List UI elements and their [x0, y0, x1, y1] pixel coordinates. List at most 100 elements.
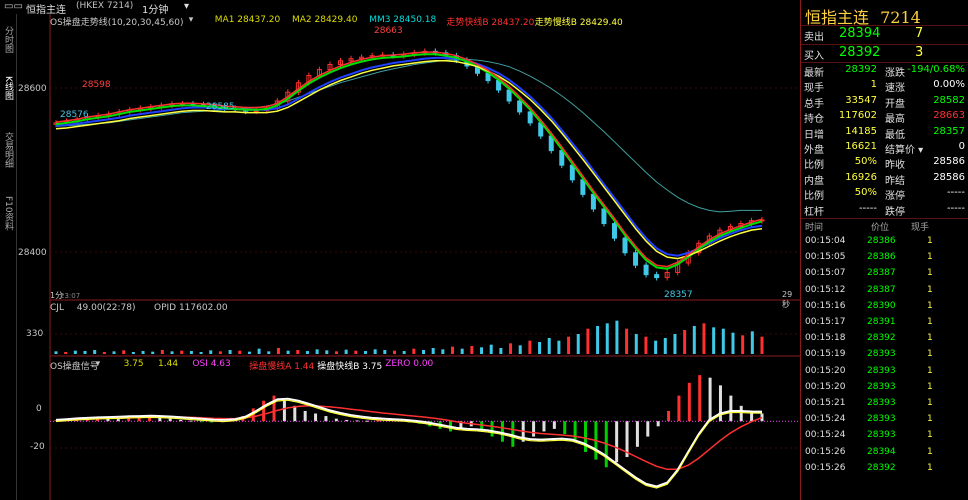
osc-bar: [708, 377, 712, 422]
tick-price: 28390: [867, 300, 896, 311]
quote-panel: 恒指主连 7214 卖出 28394 7 买入 28392 3 最新 28392 涨…: [800, 0, 968, 500]
stats-row: 外盘 16621 结算价 ▾ 0: [801, 140, 968, 156]
osc-bar: [542, 421, 546, 432]
time-axis-start-2: 23:07: [60, 292, 81, 300]
osc-legend-item[interactable]: OSI 4.63: [192, 359, 230, 369]
tick-time: 00:15:05: [805, 252, 846, 263]
tick-row[interactable]: 00:15:18 28392 1: [801, 333, 968, 349]
stats-value: 50%: [854, 187, 877, 199]
tab-trade-detail[interactable]: 交易明细: [1, 132, 15, 168]
tick-price: 28393: [867, 398, 896, 408]
main-legend-item[interactable]: MA1 28437.20: [215, 15, 280, 25]
volume-bar: [451, 346, 455, 354]
tick-row[interactable]: 00:15:04 28386 1: [801, 236, 968, 252]
volume-legend-item[interactable]: CJL: [50, 303, 64, 313]
volume-bar: [731, 332, 735, 354]
osc-legend-item[interactable]: 1.44: [158, 359, 178, 369]
tick-row[interactable]: 00:15:24 28393 1: [801, 414, 968, 430]
tick-volume: 1: [927, 446, 933, 457]
main-legend-item[interactable]: 走势快线B 28437.20: [446, 15, 534, 28]
volume-bar: [141, 351, 145, 354]
tick-row[interactable]: 00:15:05 28386 1: [801, 252, 968, 268]
tick-row[interactable]: 00:15:17 28391 1: [801, 317, 968, 333]
signal-fast-line: [55, 397, 763, 488]
tick-time: 00:15:16: [805, 300, 846, 311]
chart-canvas[interactable]: [16, 14, 800, 500]
stats-row: 内盘 16926 昨结 28586: [801, 171, 968, 187]
tick-row[interactable]: 00:15:19 28393 1: [801, 349, 968, 365]
ma-long-line: [55, 58, 762, 213]
stats-value: -----: [946, 187, 965, 199]
period-dropdown-icon[interactable]: ▾: [184, 1, 189, 12]
volume-bar: [741, 335, 745, 354]
volume-bar: [702, 323, 706, 354]
tick-row[interactable]: 00:15:26 28394 1: [801, 447, 968, 463]
main-legend-item[interactable]: MM3 28450.18: [369, 15, 436, 25]
tick-volume: 1: [927, 365, 933, 376]
tick-row[interactable]: 00:15:26 28392 1: [801, 463, 968, 479]
stats-label: 比例: [804, 191, 824, 203]
tick-row[interactable]: 00:15:20 28393 1: [801, 366, 968, 382]
osc-bar: [262, 400, 266, 422]
volume-bar: [576, 334, 580, 354]
tab-kline[interactable]: K线图: [1, 76, 15, 100]
main-legend-item[interactable]: OS操盘走势线(10,20,30,45,60): [50, 15, 184, 28]
tick-row[interactable]: 00:15:07 28387 1: [801, 268, 968, 284]
oscillator-legend: OS操盘信号 ▾ 3.75 1.44 OSI 4.63 操盘慢线A 1.44 操盘快线B 3…: [50, 358, 800, 372]
tick-row[interactable]: 00:15:20 28393 1: [801, 382, 968, 398]
osc-legend-item[interactable]: 3.75: [124, 359, 144, 369]
ask-volume: 7: [915, 26, 924, 41]
tick-price: 28387: [867, 284, 896, 295]
stats-label: 外盘: [804, 145, 824, 156]
title-bar: ▭▭ 恒指主连 (HKEX 7214) 1分钟 ▾: [0, 0, 800, 16]
osc-legend-item[interactable]: OS操盘信号: [50, 359, 99, 372]
ticks-header-volume: 现手: [911, 223, 930, 233]
stats-label: 跌停: [885, 206, 905, 218]
tab-timeshare[interactable]: 分时图: [1, 26, 15, 53]
stats-value: 117602: [838, 110, 877, 122]
volume-bar: [644, 336, 648, 354]
volume-legend-item[interactable]: OPID 117602.00: [154, 303, 228, 313]
ask-row[interactable]: 卖出 28394 7: [801, 26, 968, 43]
volume-bar: [663, 338, 667, 354]
volume-legend-item[interactable]: 49.00(22:78): [77, 303, 136, 313]
tab-f10[interactable]: F10资料: [1, 196, 15, 231]
high-label-2: 28663: [374, 26, 403, 36]
stats-value: 28586: [933, 156, 965, 168]
main-legend-item[interactable]: ▾: [189, 15, 194, 25]
tick-row[interactable]: 00:15:21 28393 1: [801, 398, 968, 414]
tick-price: 28393: [867, 349, 896, 360]
volume-bar: [489, 344, 493, 354]
bid-row[interactable]: 买入 28392 3: [801, 45, 968, 62]
volume-bar: [567, 336, 571, 354]
stats-row: 总手 33547 开盘 28582: [801, 94, 968, 110]
volume-bar: [112, 351, 116, 354]
osc-legend-item[interactable]: 操盘快线B 3.75: [317, 359, 382, 372]
osc-legend-item[interactable]: 操盘慢线A 1.44: [249, 359, 314, 372]
tick-row[interactable]: 00:15:12 28387 1: [801, 285, 968, 301]
stats-row: 比例 50% 涨停 -----: [801, 186, 968, 203]
menu-icon[interactable]: ▭▭: [4, 1, 23, 12]
volume-bar: [131, 352, 135, 354]
tick-price: 28387: [867, 268, 896, 279]
osc-bar: [573, 421, 577, 442]
ask-label: 卖出: [804, 32, 824, 43]
osc-bar: [739, 405, 743, 422]
osc-bar: [677, 395, 681, 422]
volume-bar: [151, 351, 155, 354]
stats-value: 28663: [933, 110, 965, 122]
tick-row[interactable]: 00:15:24 28393 1: [801, 430, 968, 446]
osc-bar: [646, 421, 650, 437]
osc-legend-item[interactable]: ZERO 0.00: [385, 359, 433, 369]
volume-bar: [673, 334, 677, 354]
osc-legend-item[interactable]: ▾: [96, 359, 101, 369]
tick-volume: 1: [927, 462, 933, 473]
low-label-1: 28576: [60, 110, 89, 120]
chart-area[interactable]: OS操盘走势线(10,20,30,45,60) ▾ MA1 28437.20 MA2 …: [16, 14, 800, 500]
main-legend-item[interactable]: MA2 28429.40: [292, 15, 357, 25]
main-legend-item[interactable]: 走势慢线B 28429.40: [535, 15, 623, 28]
tick-row[interactable]: 00:15:16 28390 1: [801, 301, 968, 317]
osc-bar: [532, 421, 536, 437]
stats-row: 日增 14185 最低 28357: [801, 125, 968, 141]
volume-bar: [228, 350, 232, 354]
